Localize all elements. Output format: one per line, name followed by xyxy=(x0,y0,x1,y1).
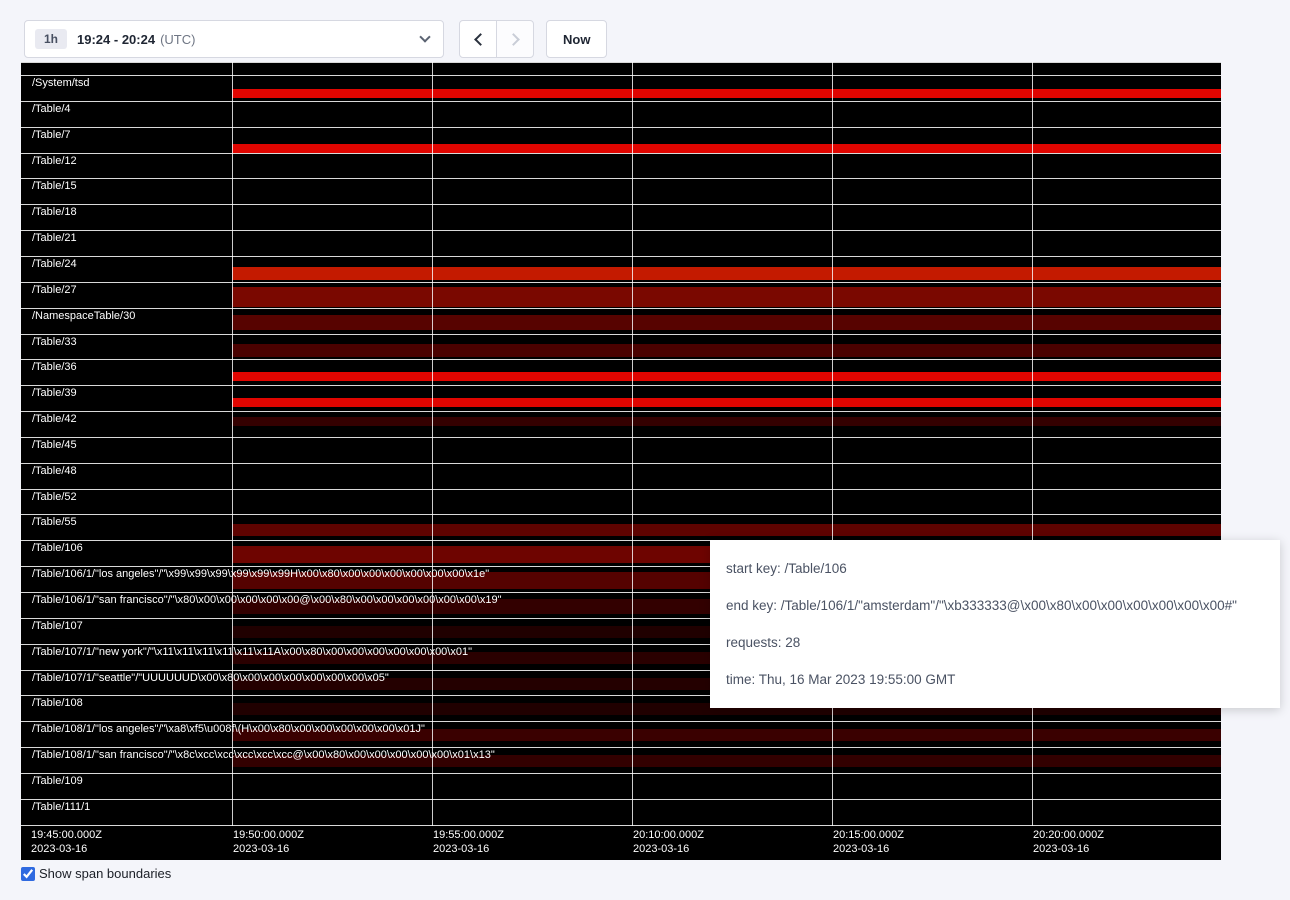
span-row[interactable]: /Table/111/1 xyxy=(21,799,1221,825)
span-label: /Table/106 xyxy=(32,542,83,555)
heat-band[interactable] xyxy=(232,417,1221,426)
span-label: /Table/15 xyxy=(32,180,77,193)
span-label: /Table/27 xyxy=(32,284,77,297)
span-label: /Table/36 xyxy=(32,361,77,374)
span-label: /Table/55 xyxy=(32,516,77,529)
toolbar: 1h 19:24 - 20:24 (UTC) Now xyxy=(24,20,607,58)
span-row[interactable]: /Table/4 xyxy=(21,101,1221,127)
span-row[interactable]: /Table/27 xyxy=(21,282,1221,308)
span-row[interactable]: /Table/18 xyxy=(21,204,1221,230)
span-row[interactable]: /Table/108/1/"los angeles"/"\xa8\xf5\u00… xyxy=(21,721,1221,747)
heat-band[interactable] xyxy=(232,267,1221,280)
time-axis-label: 20:10:00.000Z2023-03-16 xyxy=(633,828,704,856)
span-row[interactable]: /Table/55 xyxy=(21,514,1221,540)
span-row[interactable]: /Table/48 xyxy=(21,463,1221,489)
span-row[interactable]: /Table/45 xyxy=(21,437,1221,463)
chevron-right-icon xyxy=(507,33,520,46)
span-label: /NamespaceTable/30 xyxy=(32,310,135,323)
span-label: /Table/45 xyxy=(32,439,77,452)
heat-band[interactable] xyxy=(232,344,1221,357)
time-zone-label: (UTC) xyxy=(160,32,195,47)
span-label: /System/tsd xyxy=(32,77,89,90)
span-row[interactable]: /System/tsd xyxy=(21,75,1221,101)
span-boundary-line xyxy=(21,62,1221,63)
heat-band[interactable] xyxy=(232,315,1221,330)
tooltip-line: time: Thu, 16 Mar 2023 19:55:00 GMT xyxy=(726,671,1264,688)
span-row[interactable]: /Table/33 xyxy=(21,334,1221,360)
time-range-selector[interactable]: 1h 19:24 - 20:24 (UTC) xyxy=(24,20,444,58)
duration-badge: 1h xyxy=(35,29,67,49)
heat-band[interactable] xyxy=(232,524,1221,536)
tooltip-line: start key: /Table/106 xyxy=(726,560,1264,577)
span-label: /Table/18 xyxy=(32,206,77,219)
span-label: /Table/24 xyxy=(32,258,77,271)
span-row[interactable]: /Table/7 xyxy=(21,127,1221,153)
tooltip-line: requests: 28 xyxy=(726,634,1264,651)
span-label: /Table/108/1/"san francisco"/"\x8c\xcc\x… xyxy=(32,749,495,762)
now-button[interactable]: Now xyxy=(546,20,607,58)
time-axis-label: 19:50:00.000Z2023-03-16 xyxy=(233,828,304,856)
time-gridline xyxy=(632,62,633,826)
span-row[interactable]: /Table/24 xyxy=(21,256,1221,282)
span-label: /Table/107/1/"seattle"/"UUUUUUD\x00\x80\… xyxy=(32,672,389,685)
span-row[interactable]: /Table/52 xyxy=(21,489,1221,515)
span-label: /Table/42 xyxy=(32,413,77,426)
span-row[interactable]: /Table/12 xyxy=(21,153,1221,179)
span-label: /Table/48 xyxy=(32,465,77,478)
time-gridline xyxy=(1032,62,1033,826)
span-label: /Table/39 xyxy=(32,387,77,400)
heat-band[interactable] xyxy=(232,287,1221,307)
span-label: /Table/111/1 xyxy=(32,801,90,814)
time-gridline xyxy=(232,62,233,826)
span-row[interactable]: /Table/36 xyxy=(21,359,1221,385)
span-label: /Table/52 xyxy=(32,491,77,504)
prev-time-button[interactable] xyxy=(459,20,497,58)
span-label: /Table/7 xyxy=(32,129,71,142)
span-label: /Table/12 xyxy=(32,155,77,168)
time-gridline xyxy=(832,62,833,826)
span-label: /Table/106/1/"los angeles"/"\x99\x99\x99… xyxy=(32,568,489,581)
span-row[interactable]: /Table/42 xyxy=(21,411,1221,437)
span-label: /Table/4 xyxy=(32,103,71,116)
footer: Show span boundaries xyxy=(21,866,171,881)
show-span-boundaries-checkbox[interactable] xyxy=(21,867,35,881)
span-row[interactable]: /Table/15 xyxy=(21,178,1221,204)
span-row[interactable]: /Table/108/1/"san francisco"/"\x8c\xcc\x… xyxy=(21,747,1221,773)
time-gridline xyxy=(432,62,433,826)
time-axis-label: 20:15:00.000Z2023-03-16 xyxy=(833,828,904,856)
span-label: /Table/108 xyxy=(32,697,83,710)
heat-band[interactable] xyxy=(232,398,1221,407)
next-time-button[interactable] xyxy=(496,20,534,58)
chevron-down-icon xyxy=(419,31,430,42)
span-row[interactable]: /Table/109 xyxy=(21,773,1221,799)
time-nav-group xyxy=(459,20,534,58)
span-tooltip: start key: /Table/106 end key: /Table/106… xyxy=(710,540,1280,708)
heat-band[interactable] xyxy=(232,89,1221,98)
span-label: /Table/107 xyxy=(32,620,83,633)
span-label: /Table/33 xyxy=(32,336,77,349)
span-label: /Table/108/1/"los angeles"/"\xa8\xf5\u00… xyxy=(32,723,425,736)
heat-band[interactable] xyxy=(232,372,1221,381)
time-axis-label: 20:20:00.000Z2023-03-16 xyxy=(1033,828,1104,856)
chevron-left-icon xyxy=(474,33,487,46)
time-axis-label: 19:55:00.000Z2023-03-16 xyxy=(433,828,504,856)
span-row[interactable]: /Table/39 xyxy=(21,385,1221,411)
heat-band[interactable] xyxy=(232,144,1221,153)
span-label: /Table/107/1/"new york"/"\x11\x11\x11\x1… xyxy=(32,646,472,659)
span-label: /Table/21 xyxy=(32,232,77,245)
show-span-boundaries-label: Show span boundaries xyxy=(39,866,171,881)
key-visualizer-canvas[interactable]: /System/tsd/Table/4/Table/7/Table/12/Tab… xyxy=(21,62,1221,860)
tooltip-line: end key: /Table/106/1/"amsterdam"/"\xb33… xyxy=(726,597,1264,614)
span-row[interactable]: /Table/21 xyxy=(21,230,1221,256)
span-label: /Table/109 xyxy=(32,775,83,788)
span-boundary-line xyxy=(21,825,1221,826)
time-range-label: 19:24 - 20:24 xyxy=(77,32,155,47)
span-row[interactable]: /NamespaceTable/30 xyxy=(21,308,1221,334)
time-axis-label: 19:45:00.000Z2023-03-16 xyxy=(31,828,102,856)
